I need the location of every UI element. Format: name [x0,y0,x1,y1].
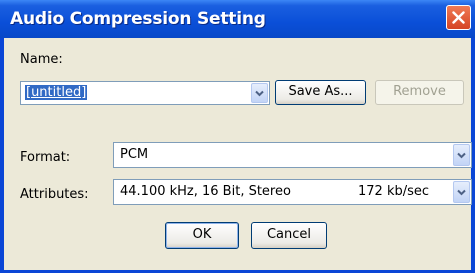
attributes-bitrate: 172 kb/sec [358,184,430,199]
title-bar[interactable]: Audio Compression Setting [0,0,475,38]
attributes-combo[interactable]: 44.100 kHz, 16 Bit, Stereo 172 kb/sec [113,179,472,205]
close-icon [452,11,465,24]
format-label: Format: [20,150,71,165]
name-label: Name: [20,52,63,67]
format-value: PCM [120,147,149,162]
remove-label: Remove [393,84,446,99]
chevron-down-icon [457,152,466,159]
remove-button[interactable]: Remove [375,80,464,105]
attributes-label: Attributes: [20,187,89,202]
chevron-down-icon [255,90,264,97]
chevron-down-icon [457,189,466,196]
ok-button[interactable]: OK [165,222,239,249]
format-combo[interactable]: PCM [113,142,472,168]
name-combo[interactable]: [untitled] [20,81,270,105]
attributes-dropdown-button[interactable] [453,181,470,203]
dialog-client-area: Name: [untitled] Save As... Remove Forma… [4,38,472,270]
audio-compression-dialog: Audio Compression Setting Name: [untitle… [0,0,475,273]
name-dropdown-button[interactable] [251,83,268,103]
name-value: [untitled] [25,85,88,100]
close-button[interactable] [446,5,471,30]
cancel-label: Cancel [266,227,312,242]
cancel-button[interactable]: Cancel [251,222,327,249]
save-as-label: Save As... [288,84,353,99]
attributes-value: 44.100 kHz, 16 Bit, Stereo [120,184,291,199]
window-title: Audio Compression Setting [10,9,266,29]
save-as-button[interactable]: Save As... [275,80,366,105]
ok-label: OK [192,227,212,242]
format-dropdown-button[interactable] [453,144,470,166]
